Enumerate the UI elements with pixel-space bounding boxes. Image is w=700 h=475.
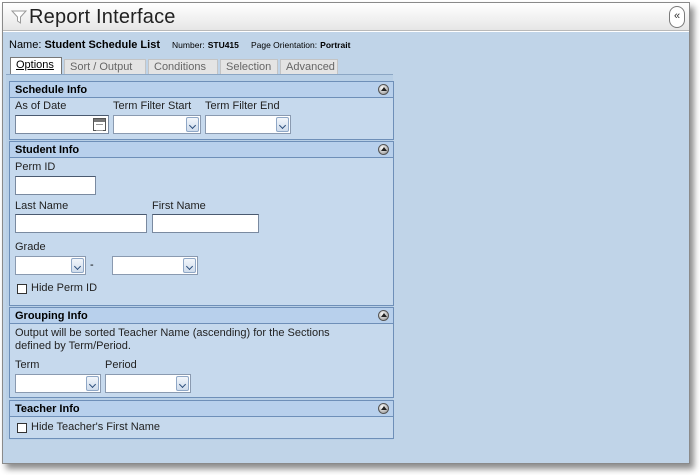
student-info-header[interactable]: Student Info bbox=[9, 141, 394, 158]
first-name-label: First Name bbox=[152, 200, 206, 212]
name-label: Name: bbox=[9, 39, 42, 51]
teacher-info-header[interactable]: Teacher Info bbox=[9, 400, 394, 417]
grade-to-select[interactable] bbox=[112, 256, 198, 275]
term-filter-end-select[interactable] bbox=[205, 115, 291, 134]
orientation-label: Page Orientation: bbox=[250, 40, 318, 50]
last-name-input[interactable] bbox=[15, 214, 147, 233]
filter-funnel-icon bbox=[11, 10, 27, 24]
student-info-title: Student Info bbox=[15, 144, 80, 156]
chevron-down-icon bbox=[176, 376, 189, 391]
first-name-input[interactable] bbox=[152, 214, 259, 233]
schedule-info-body: As of Date Term Filter Start Term Filter… bbox=[9, 98, 394, 140]
term-label: Term bbox=[15, 359, 40, 371]
grouping-info-title: Grouping Info bbox=[15, 310, 88, 322]
number-label: Number: bbox=[172, 40, 205, 50]
collapse-section-icon[interactable] bbox=[378, 403, 389, 414]
hide-perm-id-label: Hide Perm ID bbox=[31, 282, 98, 294]
tab-advanced[interactable]: Advanced bbox=[280, 59, 338, 74]
chevron-down-icon bbox=[183, 258, 196, 273]
hide-teacher-first-name-label: Hide Teacher's First Name bbox=[31, 421, 161, 433]
period-select[interactable] bbox=[105, 374, 191, 393]
grouping-info-header[interactable]: Grouping Info bbox=[9, 307, 394, 324]
collapse-section-icon[interactable] bbox=[378, 84, 389, 95]
calendar-icon[interactable] bbox=[93, 118, 106, 131]
term-filter-start-select[interactable] bbox=[113, 115, 201, 134]
as-of-date-label: As of Date bbox=[15, 100, 67, 112]
hide-teacher-first-name-checkbox[interactable] bbox=[17, 423, 27, 433]
report-window: Report Interface « Name: Student Schedul… bbox=[2, 2, 690, 464]
last-name-label: Last Name bbox=[15, 200, 69, 212]
grouping-info-body: Output will be sorted Teacher Name (asce… bbox=[9, 324, 394, 398]
term-filter-end-label: Term Filter End bbox=[205, 100, 280, 112]
report-number-value: STU415 bbox=[207, 40, 239, 50]
tab-options[interactable]: Options bbox=[10, 57, 62, 74]
hide-perm-id-checkbox[interactable] bbox=[17, 284, 27, 294]
collapse-section-icon[interactable] bbox=[378, 144, 389, 155]
collapse-section-icon[interactable] bbox=[378, 310, 389, 321]
teacher-info-title: Teacher Info bbox=[15, 403, 80, 415]
schedule-info-header[interactable]: Schedule Info bbox=[9, 81, 394, 98]
chevron-down-icon bbox=[276, 117, 289, 132]
chevron-down-icon bbox=[186, 117, 199, 132]
collapse-panel-button[interactable]: « bbox=[669, 6, 685, 28]
grade-label: Grade bbox=[15, 241, 46, 253]
report-content: Name: Student Schedule List Number: STU4… bbox=[3, 32, 689, 463]
tab-selection[interactable]: Selection bbox=[220, 59, 278, 74]
orientation-value: Portrait bbox=[320, 40, 351, 50]
chevron-down-icon bbox=[86, 376, 99, 391]
as-of-date-input[interactable] bbox=[15, 115, 109, 134]
grouping-description-line2: defined by Term/Period. bbox=[15, 340, 131, 352]
teacher-info-body: Hide Teacher's First Name bbox=[9, 417, 394, 439]
term-select[interactable] bbox=[15, 374, 101, 393]
window-title: Report Interface bbox=[29, 6, 176, 28]
tab-sort-output[interactable]: Sort / Output bbox=[64, 59, 146, 74]
options-panel: Schedule Info As of Date Term Filter Sta… bbox=[6, 74, 394, 440]
perm-id-input[interactable] bbox=[15, 176, 96, 195]
chevron-down-icon bbox=[71, 258, 84, 273]
report-name-bar: Name: Student Schedule List Number: STU4… bbox=[9, 39, 350, 51]
term-filter-start-label: Term Filter Start bbox=[113, 100, 192, 112]
tab-conditions[interactable]: Conditions bbox=[148, 59, 218, 74]
grouping-description-line1: Output will be sorted Teacher Name (asce… bbox=[15, 327, 330, 339]
perm-id-label: Perm ID bbox=[15, 161, 56, 173]
grade-range-separator: - bbox=[90, 259, 94, 271]
student-info-body: Perm ID Last Name First Name Grade - Hid… bbox=[9, 158, 394, 306]
report-name-value: Student Schedule List bbox=[44, 39, 160, 51]
grade-from-select[interactable] bbox=[15, 256, 86, 275]
schedule-info-title: Schedule Info bbox=[15, 84, 88, 96]
title-bar: Report Interface « bbox=[3, 3, 689, 31]
period-label: Period bbox=[105, 359, 137, 371]
